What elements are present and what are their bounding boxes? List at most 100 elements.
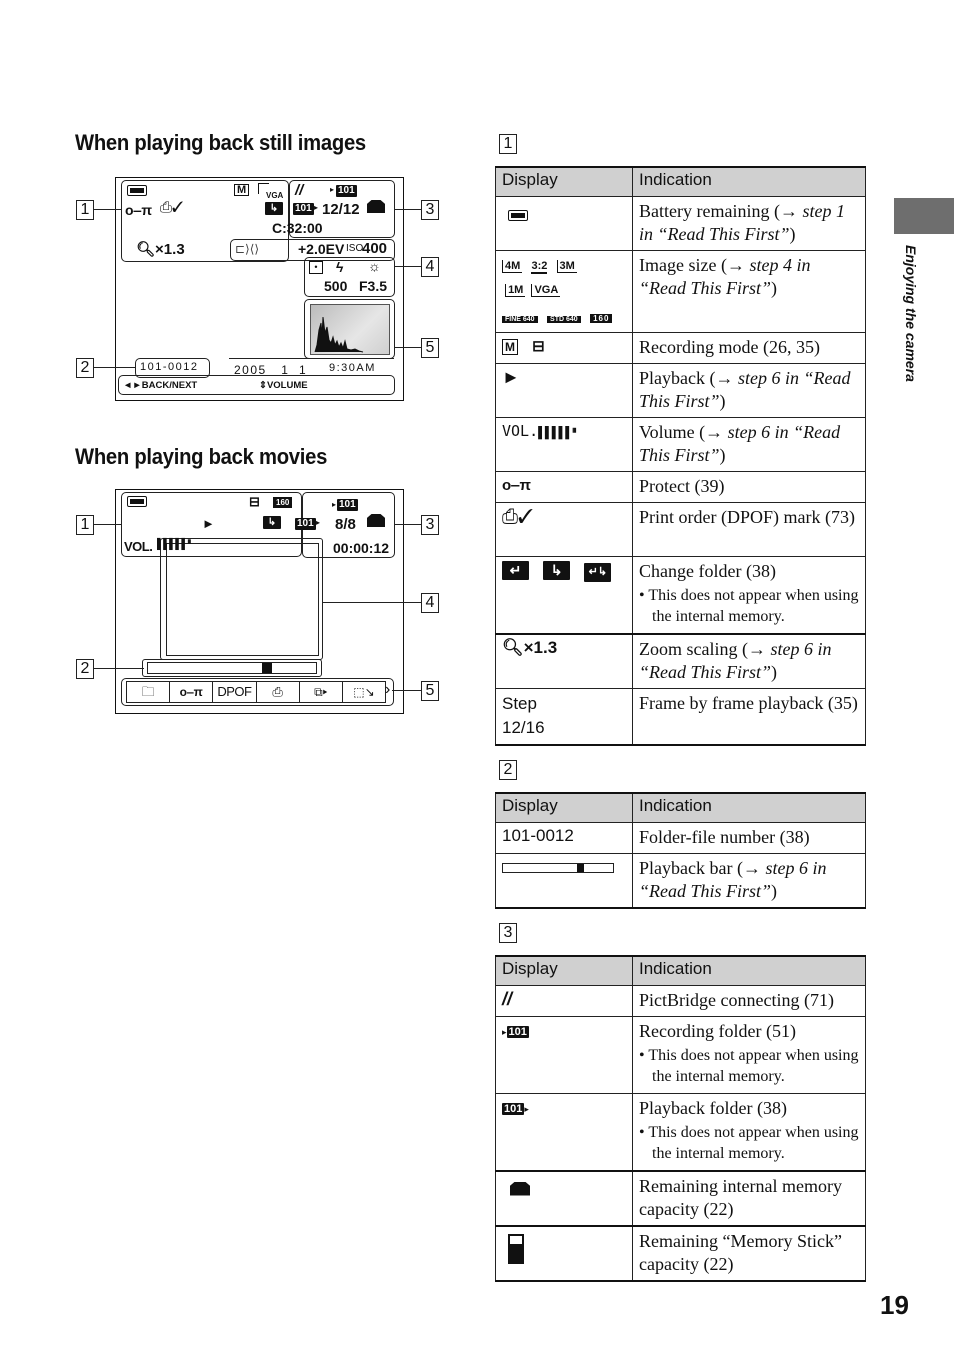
playback-bar-thumb (577, 864, 585, 872)
recording-folder-icon: 101 (337, 499, 358, 511)
indication-text: Remaining internal memory capacity (22) (632, 1170, 866, 1226)
internal-memory-icon (510, 1181, 530, 1196)
change-folder-icon: ↳ (265, 202, 283, 215)
table-header-row: Display Indication (495, 955, 866, 986)
protect-key-icon: o‒π (502, 477, 531, 494)
callout-1: 1 (76, 515, 94, 535)
section-label: Enjoying the camera (903, 245, 919, 382)
indication-text: Playback bar (→ (639, 858, 766, 878)
indication-text: Recording folder (51) (639, 1021, 796, 1041)
play-icon: ► (502, 367, 520, 387)
file-number: 101-0012 (495, 822, 633, 854)
battery-icon (127, 496, 147, 507)
change-folder-back-icon: ↵ (502, 561, 529, 580)
play-icon: ► (202, 516, 215, 531)
header-indication: Indication (632, 955, 866, 986)
exposure-value: +2.0EV (298, 241, 345, 257)
callout-leader (394, 524, 421, 526)
indication-note: • This does not appear when using the in… (639, 1124, 859, 1162)
indication-text: Protect (39) (632, 471, 866, 503)
callout-leader (94, 209, 122, 211)
heading-movies: When playing back movies (75, 444, 328, 469)
table-row: Remaining internal memory capacity (22) (495, 1170, 866, 1226)
aperture: F3.5 (359, 278, 388, 294)
playback-folder-arrow: ▸ (314, 203, 319, 212)
table-row: 🔍︎×1.3 Zoom scaling (→ step 6 in “Read T… (495, 633, 866, 689)
table-row: Battery remaining (→ step 1 in “Read Thi… (495, 196, 866, 251)
vol-label: VOL. (502, 422, 539, 440)
size-vga-icon: VGA (531, 284, 561, 297)
flash-icon: ϟ (336, 259, 344, 275)
playback-folder-icon: 101 (295, 518, 316, 530)
section-tab-marker (894, 198, 954, 234)
table-row: VOL.▌▌▌▌▌ᑊᑊᑊ Volume (→ step 6 in “Read T… (495, 417, 866, 472)
internal-memory-icon (367, 514, 385, 527)
size-3-2-icon: 3:2 (531, 260, 548, 274)
toolbar-more-chevron-icon[interactable]: › (385, 681, 390, 699)
indication-tail: ) (789, 224, 796, 244)
movie-mode-icon: ⊟ (249, 494, 260, 509)
change-folder-icon: ↳ (263, 516, 281, 529)
divider (229, 358, 394, 359)
indication-tail: ) (719, 445, 726, 465)
change-folder-forward-icon: ↳ (543, 561, 571, 580)
toolbar-print-button[interactable]: ⎙ (257, 682, 300, 702)
step-counter: Step 12/16 (502, 693, 545, 737)
counter: C:32:00 (272, 220, 323, 236)
movie-frame (166, 543, 319, 656)
internal-memory-icon (367, 200, 385, 213)
page-number: 19 (880, 1290, 909, 1320)
table-row: M ⊟ Recording mode (26, 35) (495, 332, 866, 364)
zoom-icon: 🔍︎ (502, 637, 524, 657)
callout-2: 2 (76, 358, 94, 378)
volume-bars-icon: ▌▌▌▌▌ᑊᑊᑊ (157, 539, 191, 550)
callout-4: 4 (421, 593, 439, 613)
protect-key-icon: o‒π (179, 685, 203, 699)
callout-leader (94, 524, 122, 526)
pictbridge-icon: // (502, 989, 513, 1009)
indication-text: Playback (→ (639, 368, 738, 388)
table-row: Remaining “Memory Stick” capacity (22) (495, 1225, 866, 1281)
indication-text: Frame by frame playback (35) (632, 687, 866, 745)
callout-1: 1 (76, 200, 94, 220)
header-display: Display (495, 955, 633, 986)
header-display: Display (495, 792, 633, 823)
callout-leader (94, 367, 136, 369)
vol-label: VOL. (124, 539, 153, 554)
quality-160-icon: 160 (590, 314, 613, 323)
battery-icon (127, 185, 147, 196)
histogram (310, 304, 390, 355)
table-3-number: 3 (499, 923, 517, 943)
quality-fine-640-icon: FINE 640 (502, 316, 538, 323)
zoom-icon: 🔍︎ (136, 241, 156, 258)
date: 2005 1 1 (234, 363, 308, 377)
table-1-number: 1 (499, 134, 517, 154)
header-indication: Indication (632, 792, 866, 823)
file-number: 101-0012 (140, 361, 199, 373)
toolbar-slideshow-button[interactable]: ⧉▸ (300, 682, 343, 702)
indication-tail: ) (719, 391, 726, 411)
recording-folder-arrow: ▸ (330, 185, 335, 194)
toolbar-protect-button[interactable]: o‒π (170, 682, 214, 702)
indication-text: Playback folder (38) (639, 1098, 787, 1118)
recording-mode-multi-icon: M (234, 184, 250, 196)
toolbar-dpof-button[interactable]: DPOF (213, 682, 257, 702)
resize-icon: ⬚↘ (353, 685, 375, 699)
image-quality-160: 160 (273, 497, 293, 508)
toolbar-resize-button[interactable]: ⬚↘ (343, 682, 385, 702)
table-1: Display Indication Battery remaining (→ … (495, 166, 866, 746)
zoom-scaling: 🔍︎×1.3 (136, 240, 185, 258)
table-row: ► Playback (→ step 6 in “Read This First… (495, 363, 866, 418)
callout-leader (394, 209, 421, 211)
toolbar-folder-button[interactable]: 🗀︎ (127, 682, 171, 702)
table-row: 4M 3:2 3M 1M VGA FINE 640 STD 640 160 Im… (495, 250, 866, 333)
recording-folder-icon: 101 (336, 185, 357, 197)
callout-4: 4 (421, 257, 439, 277)
print-order-icon: ⎙✓ (160, 199, 184, 216)
playback-bar-icon (502, 863, 614, 873)
table-row: o‒π Protect (39) (495, 471, 866, 503)
size-4m-icon: 4M (502, 260, 523, 273)
recording-folder-arrow: ▸ (502, 1027, 507, 1037)
size-3m-icon: 3M (556, 260, 577, 273)
table-3: Display Indication // PictBridge connect… (495, 955, 866, 1282)
